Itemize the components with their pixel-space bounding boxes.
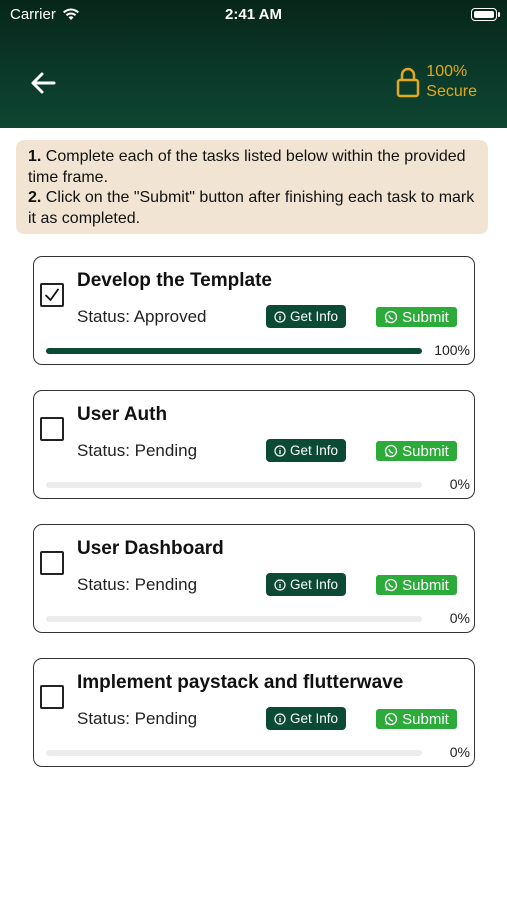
get-info-label: Get Info	[289, 577, 339, 592]
get-info-button[interactable]: Get Info	[266, 707, 346, 730]
task-checkbox[interactable]	[40, 417, 64, 441]
task-checkbox[interactable]	[40, 685, 64, 709]
get-info-button[interactable]: Get Info	[266, 305, 346, 328]
task-checkbox[interactable]	[40, 283, 64, 307]
lock-icon	[397, 67, 420, 98]
status-time: 2:41 AM	[225, 6, 282, 23]
instruction-step-1: 1. Complete each of the tasks listed bel…	[28, 147, 476, 188]
info-circle-icon	[274, 310, 286, 323]
task-card: Implement paystack and flutterwave Statu…	[33, 658, 475, 767]
back-button[interactable]	[26, 66, 60, 100]
submit-label: Submit	[402, 710, 449, 728]
submit-button[interactable]: Submit	[376, 441, 457, 461]
info-circle-icon	[274, 578, 286, 591]
task-status: Status: Pending	[77, 709, 198, 728]
submit-button[interactable]: Submit	[376, 709, 457, 729]
progress-percent: 100%	[434, 342, 470, 358]
checkmark-icon	[45, 288, 59, 301]
submit-button[interactable]: Submit	[376, 575, 457, 595]
submit-label: Submit	[402, 576, 449, 594]
step-1-text: Complete each of the tasks listed below …	[28, 148, 466, 186]
submit-label: Submit	[402, 442, 449, 460]
instruction-step-2: 2. Click on the "Submit" button after fi…	[28, 188, 476, 229]
secure-label: Secure	[426, 83, 477, 100]
task-card: Develop the Template Status: Approved Ge…	[33, 256, 475, 365]
progress-percent: 0%	[449, 610, 470, 626]
progress-bar	[46, 348, 422, 354]
info-circle-icon	[274, 444, 286, 457]
task-status: Status: Approved	[77, 307, 207, 326]
get-info-button[interactable]: Get Info	[266, 439, 346, 462]
whatsapp-icon	[385, 444, 398, 458]
task-status: Status: Pending	[77, 575, 198, 594]
progress-bar	[46, 482, 422, 488]
secure-badge: 100% Secure	[396, 62, 477, 102]
progress-percent: 0%	[449, 744, 470, 760]
task-card: User Auth Status: Pending Get Info Submi…	[33, 390, 475, 499]
get-info-button[interactable]: Get Info	[266, 573, 346, 596]
get-info-label: Get Info	[289, 711, 339, 726]
secure-percent: 100%	[426, 63, 468, 80]
task-checkbox[interactable]	[40, 551, 64, 575]
status-bar: Carrier 2:41 AM	[0, 0, 507, 30]
task-title: Develop the Template	[77, 270, 272, 291]
task-title: Implement paystack and flutterwave	[77, 672, 404, 693]
task-title: User Dashboard	[77, 538, 224, 559]
get-info-label: Get Info	[289, 309, 339, 324]
instructions-box: 1. Complete each of the tasks listed bel…	[16, 140, 488, 234]
whatsapp-icon	[385, 310, 398, 324]
info-circle-icon	[274, 712, 286, 725]
get-info-label: Get Info	[289, 443, 339, 458]
step-2-text: Click on the "Submit" button after finis…	[28, 189, 475, 227]
task-title: User Auth	[77, 404, 168, 425]
whatsapp-icon	[385, 578, 398, 592]
task-status: Status: Pending	[77, 441, 198, 460]
battery-icon	[471, 8, 500, 21]
whatsapp-icon	[385, 712, 398, 726]
progress-percent: 0%	[449, 476, 470, 492]
step-1-number: 1.	[28, 148, 42, 165]
task-card: User Dashboard Status: Pending Get Info …	[33, 524, 475, 633]
submit-button[interactable]: Submit	[376, 307, 457, 327]
step-2-number: 2.	[28, 189, 42, 206]
progress-bar	[46, 750, 422, 756]
secure-text: 100% Secure	[426, 62, 477, 102]
app-header: Carrier 2:41 AM 100% Secure	[0, 0, 507, 128]
progress-bar	[46, 616, 422, 622]
arrow-left-icon	[31, 72, 56, 94]
progress-fill	[46, 348, 422, 354]
submit-label: Submit	[402, 308, 449, 326]
